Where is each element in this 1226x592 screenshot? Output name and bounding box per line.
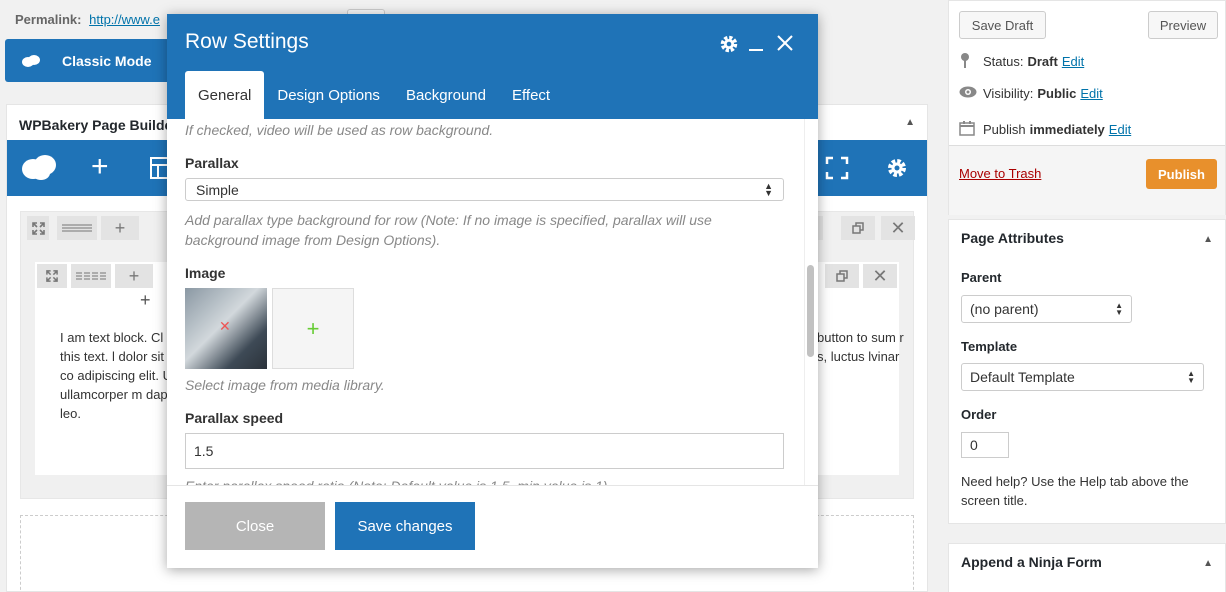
pin-icon [959, 52, 983, 71]
remove-image-icon[interactable]: ✕ [219, 318, 231, 335]
select-arrows-icon: ▲ ▼ [1115, 301, 1123, 317]
publish-button[interactable]: Publish [1146, 159, 1217, 189]
status-edit-link[interactable]: Edit [1062, 54, 1084, 69]
wpbakery-title: WPBakery Page Builder [19, 117, 178, 133]
classic-mode-button[interactable]: Classic Mode [5, 39, 180, 82]
row-settings-modal: Row Settings General Design Options Back… [167, 14, 818, 568]
add-element-icon[interactable]: + [91, 152, 109, 182]
publish-time-row: Publish immediately Edit [959, 120, 1131, 139]
minimize-icon[interactable] [748, 36, 764, 55]
permalink-url[interactable]: http://www.e [89, 12, 160, 27]
modal-tabs: General Design Options Background Effect [185, 71, 563, 119]
ninja-form-toggle-icon[interactable]: ▲ [1203, 558, 1213, 569]
publish-value: immediately [1029, 122, 1105, 137]
page-attributes-title: Page Attributes [961, 230, 1064, 246]
tab-general[interactable]: General [185, 71, 265, 119]
permalink: Permalink: http://www.e [15, 12, 160, 27]
modal-scrollbar-thumb[interactable] [807, 265, 814, 357]
page-attributes-toggle-icon[interactable]: ▲ [1203, 234, 1213, 245]
background-image-thumbnail[interactable]: ✕ [185, 288, 267, 369]
column-delete-icon[interactable]: ✕ [863, 264, 897, 288]
status-value: Draft [1027, 54, 1058, 69]
move-to-trash-link[interactable]: Move to Trash [959, 166, 1041, 181]
publish-box: Save Draft Preview Status: Draft Edit Vi… [948, 0, 1226, 215]
save-draft-button[interactable]: Save Draft [959, 11, 1046, 39]
parallax-select[interactable]: Simple ▲ ▼ [185, 178, 784, 201]
order-input[interactable]: 0 [961, 432, 1009, 458]
modal-footer: Close Save changes [167, 485, 818, 568]
row-layout-icon[interactable] [57, 216, 97, 240]
column-layout-icon[interactable] [71, 264, 111, 288]
publish-actions: Move to Trash Publish [949, 145, 1225, 215]
parent-select-value: (no parent) [970, 301, 1039, 317]
image-label: Image [185, 265, 226, 281]
tab-background[interactable]: Background [393, 71, 499, 119]
select-arrows-icon: ▲ ▼ [1187, 369, 1195, 385]
text-block-right: button to sum r s, luctus lvinar [817, 330, 904, 364]
save-changes-button[interactable]: Save changes [335, 502, 475, 550]
parent-label: Parent [961, 270, 1002, 285]
add-image-button[interactable]: + [272, 288, 354, 369]
fullscreen-icon[interactable] [825, 156, 849, 183]
row-clone-icon[interactable] [841, 216, 875, 240]
parallax-label: Parallax [185, 155, 239, 171]
add-image-plus-icon: + [306, 315, 320, 341]
page-attributes-box: Page Attributes ▲ Parent (no parent) ▲ ▼ … [948, 219, 1226, 524]
element-add-icon[interactable]: + [140, 290, 151, 311]
parallax-speed-label: Parallax speed [185, 410, 284, 426]
publish-edit-link[interactable]: Edit [1109, 122, 1131, 137]
visibility-label: Visibility: [983, 86, 1034, 101]
template-label: Template [961, 339, 1018, 354]
visibility-edit-link[interactable]: Edit [1080, 86, 1102, 101]
visibility-row: Visibility: Public Edit [959, 86, 1103, 101]
template-select[interactable]: Default Template ▲ ▼ [961, 363, 1204, 391]
tab-effect[interactable]: Effect [499, 71, 563, 119]
modal-body: If checked, video will be used as row ba… [167, 119, 818, 485]
tab-design-options[interactable]: Design Options [264, 71, 393, 119]
calendar-icon [959, 120, 983, 139]
parallax-speed-input[interactable]: 1.5 [185, 433, 784, 469]
modal-title: Row Settings [185, 30, 309, 53]
row-delete-icon[interactable]: ✕ [881, 216, 915, 240]
select-arrows-icon: ▲ ▼ [764, 180, 773, 198]
parallax-speed-note: Enter parallax speed ratio (Note: Defaul… [185, 476, 765, 485]
status-label: Status: [983, 54, 1024, 69]
publish-label: Publish [983, 122, 1026, 137]
column-clone-icon[interactable] [825, 264, 859, 288]
column-add-icon[interactable]: + [115, 264, 153, 288]
ninja-form-box: Append a Ninja Form ▲ [948, 543, 1226, 592]
image-note: Select image from media library. [185, 377, 385, 393]
preview-button[interactable]: Preview [1148, 11, 1218, 39]
status-row: Status: Draft Edit [959, 52, 1084, 71]
panel-toggle-icon[interactable]: ▲ [905, 117, 915, 128]
wpbakery-logo-icon [18, 54, 44, 68]
modal-header: Row Settings General Design Options Back… [167, 14, 818, 119]
row-expand-icon[interactable] [27, 216, 49, 240]
permalink-label: Permalink: [15, 12, 82, 27]
classic-mode-label: Classic Mode [62, 52, 152, 69]
order-label: Order [961, 407, 997, 422]
parallax-note: Add parallax type background for row (No… [185, 212, 712, 248]
modal-gear-icon[interactable] [718, 33, 740, 58]
close-button[interactable]: Close [185, 502, 325, 550]
template-select-value: Default Template [970, 369, 1075, 385]
close-icon[interactable] [777, 35, 793, 54]
ninja-form-title: Append a Ninja Form [961, 554, 1102, 570]
parent-select[interactable]: (no parent) ▲ ▼ [961, 295, 1132, 323]
visibility-value: Public [1037, 86, 1077, 101]
eye-icon [959, 86, 983, 101]
row-add-icon[interactable]: + [101, 216, 139, 240]
video-background-note: If checked, video will be used as row ba… [185, 122, 494, 138]
parallax-select-value: Simple [196, 181, 239, 198]
settings-gear-icon[interactable] [885, 156, 909, 183]
wpbakery-cloud-icon[interactable] [21, 153, 57, 184]
column-expand-icon[interactable] [37, 264, 67, 288]
help-text: Need help? Use the Help tab above the sc… [961, 474, 1189, 508]
